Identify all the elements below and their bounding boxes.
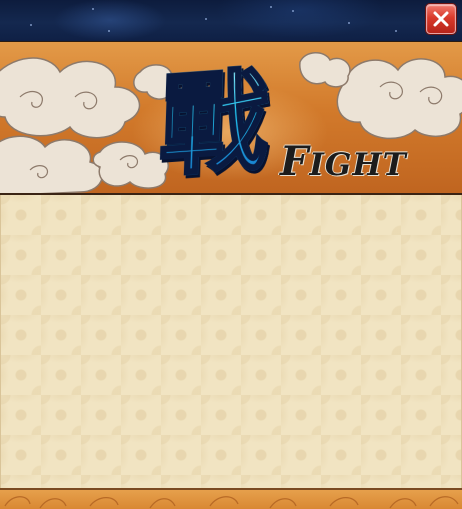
fight-title-first-letter: F — [280, 138, 310, 185]
bottom-decor-strip — [0, 488, 462, 509]
close-icon — [432, 10, 450, 28]
title-bar — [0, 0, 462, 41]
fight-title: FIGHT — [280, 138, 407, 185]
close-button[interactable] — [426, 4, 456, 34]
fight-banner: 戰 FIGHT — [0, 41, 462, 195]
fight-title-rest: IGHT — [309, 147, 407, 183]
fight-character: 戰 — [156, 55, 271, 192]
content-panel — [0, 195, 462, 488]
bottom-cloud-pattern — [4, 496, 459, 509]
